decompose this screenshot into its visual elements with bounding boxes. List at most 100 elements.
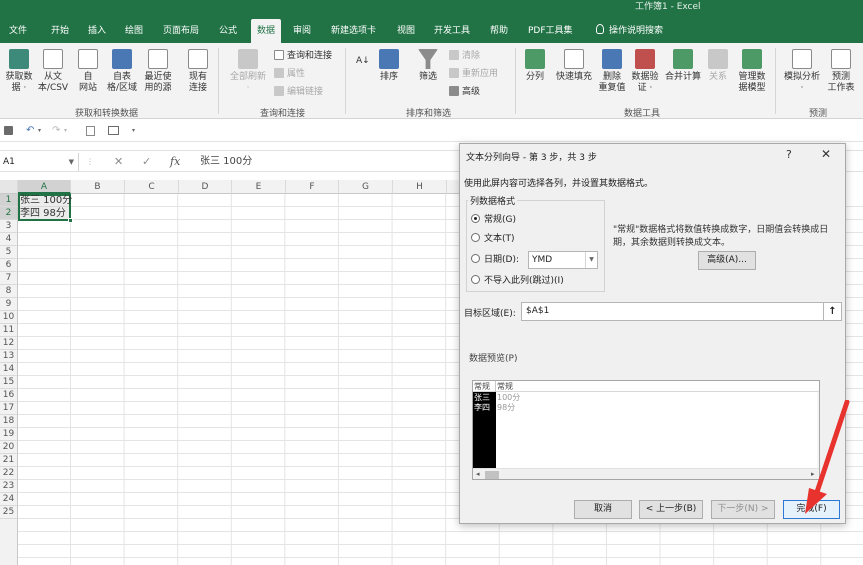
radio-text[interactable]: 文本(T) [471, 233, 515, 245]
date-format-select[interactable]: YMD ▼ [528, 251, 598, 269]
row-header[interactable]: 12 [0, 337, 18, 350]
row-header[interactable]: 7 [0, 272, 18, 285]
what-if-analysis-button[interactable]: 模拟分析 · [782, 49, 822, 94]
radio-skip-column[interactable]: 不导入此列(跳过)(I) [471, 275, 564, 287]
row-header[interactable]: 3 [0, 220, 18, 233]
filter-button[interactable]: 筛选 [416, 49, 440, 83]
target-range-input[interactable]: $A$1 [521, 302, 827, 321]
row-header[interactable]: 25 [0, 506, 18, 519]
tab-view[interactable]: 视图 [397, 19, 415, 43]
collapse-dialog-button[interactable]: ↑ [823, 302, 842, 321]
confirm-entry-icon[interactable]: ✓ [142, 153, 151, 171]
insert-function-icon[interactable]: fx [170, 153, 180, 171]
reapply-button[interactable]: 重新应用 [449, 68, 498, 80]
refresh-all-button[interactable]: 全部刷新 · [227, 49, 269, 94]
remove-duplicates-button[interactable]: 删除 重复值 [597, 49, 627, 94]
close-button[interactable]: ✕ [821, 147, 831, 161]
row-header[interactable]: 21 [0, 454, 18, 467]
tab-pdf-tools[interactable]: PDF工具集 [528, 19, 573, 43]
tab-page-layout[interactable]: 页面布局 [163, 19, 199, 43]
get-data-button[interactable]: 获取数 据 · [3, 49, 35, 94]
tab-file[interactable]: 文件 [9, 19, 27, 43]
data-preview[interactable]: 常规 常规 张三 100分 李四 98分 ◂ ▸ [472, 380, 820, 480]
tab-new-tab[interactable]: 新建选项卡 [331, 19, 376, 43]
forecast-sheet-button[interactable]: 预测 工作表 [826, 49, 856, 94]
row-header[interactable]: 6 [0, 259, 18, 272]
cancel-button[interactable]: 取消 [574, 500, 632, 519]
edit-links-button[interactable]: 编辑链接 [274, 86, 323, 98]
scrollbar-thumb[interactable] [485, 471, 499, 479]
row-header[interactable]: 11 [0, 324, 18, 337]
formula-input[interactable]: 张三 100分 [200, 153, 252, 171]
column-header[interactable]: C [125, 180, 179, 194]
row-header[interactable]: 14 [0, 363, 18, 376]
recent-sources-button[interactable]: 最近使 用的源 [141, 49, 175, 94]
column-header[interactable]: H [393, 180, 447, 194]
column-header[interactable]: F [286, 180, 339, 194]
text-to-columns-button[interactable]: 分列 [522, 49, 548, 83]
next-button[interactable]: 下一步(N) > [711, 500, 775, 519]
customize-qat-icon[interactable]: ▾ [132, 126, 143, 136]
tab-help[interactable]: 帮助 [490, 19, 508, 43]
row-header[interactable]: 19 [0, 428, 18, 441]
manage-data-model-button[interactable]: 管理数 据模型 [735, 49, 769, 94]
back-button[interactable]: < 上一步(B) [639, 500, 703, 519]
data-validation-button[interactable]: 数据验 证 · [630, 49, 660, 94]
help-button[interactable]: ? [786, 148, 792, 161]
column-header[interactable] [447, 180, 459, 194]
cancel-entry-icon[interactable]: ✕ [114, 153, 123, 171]
preview-header-cell[interactable]: 常规 [473, 381, 496, 392]
new-file-icon[interactable] [86, 126, 95, 136]
row-header[interactable]: 17 [0, 402, 18, 415]
tab-home[interactable]: 开始 [51, 19, 69, 43]
clear-filter-button[interactable]: 清除 [449, 50, 480, 62]
row-header[interactable]: 23 [0, 480, 18, 493]
tab-developer[interactable]: 开发工具 [434, 19, 470, 43]
row-header[interactable]: 13 [0, 350, 18, 363]
from-table-button[interactable]: 自表 格/区域 [105, 49, 139, 94]
save-icon[interactable] [4, 126, 13, 135]
fill-handle[interactable] [68, 218, 73, 223]
print-preview-icon[interactable] [108, 126, 119, 135]
column-header[interactable]: B [71, 180, 125, 194]
radio-date[interactable]: 日期(D): [471, 254, 519, 266]
select-all-corner[interactable] [0, 180, 18, 194]
more-icon[interactable]: ⋮ [86, 153, 94, 171]
preview-horizontal-scrollbar[interactable]: ◂ ▸ [473, 468, 819, 479]
advanced-filter-button[interactable]: 高级 [449, 86, 480, 98]
column-header[interactable]: G [339, 180, 393, 194]
redo-dropdown-icon[interactable]: ▾ [64, 126, 75, 136]
column-header[interactable]: E [232, 180, 286, 194]
row-header[interactable]: 10 [0, 311, 18, 324]
existing-connections-button[interactable]: 现有 连接 [184, 49, 212, 94]
tell-me-search[interactable]: 操作说明搜索 [596, 19, 663, 43]
tab-insert[interactable]: 插入 [88, 19, 106, 43]
row-header[interactable]: 15 [0, 376, 18, 389]
radio-general[interactable]: 常规(G) [471, 214, 516, 226]
from-web-button[interactable]: 自 网站 [75, 49, 101, 94]
properties-button[interactable]: 属性 [274, 68, 305, 80]
scroll-left-icon[interactable]: ◂ [476, 470, 480, 478]
row-header[interactable]: 16 [0, 389, 18, 402]
column-header[interactable]: D [179, 180, 232, 194]
redo-icon[interactable]: ↷ [52, 126, 63, 136]
row-header[interactable]: 2 [0, 207, 18, 220]
row-header[interactable]: 8 [0, 285, 18, 298]
row-header[interactable]: 4 [0, 233, 18, 246]
name-box[interactable]: A1 ▼ [0, 153, 79, 171]
row-header[interactable]: 1 [0, 194, 18, 207]
chevron-down-icon[interactable]: ▼ [585, 252, 597, 268]
row-header[interactable]: 18 [0, 415, 18, 428]
from-text-csv-button[interactable]: 从文 本/CSV [36, 49, 70, 94]
row-header[interactable]: 9 [0, 298, 18, 311]
queries-connections-button[interactable]: 查询和连接 [274, 50, 332, 62]
tab-review[interactable]: 审阅 [293, 19, 311, 43]
cell-a2[interactable]: 李四 98分 [18, 207, 66, 220]
undo-dropdown-icon[interactable]: ▾ [38, 126, 49, 136]
row-header[interactable]: 22 [0, 467, 18, 480]
undo-icon[interactable]: ↶ [26, 126, 37, 136]
preview-header-cell[interactable]: 常规 [496, 381, 819, 392]
consolidate-button[interactable]: 合并计算 [663, 49, 703, 83]
tab-draw[interactable]: 绘图 [125, 19, 143, 43]
relationships-button[interactable]: 关系 [706, 49, 730, 83]
